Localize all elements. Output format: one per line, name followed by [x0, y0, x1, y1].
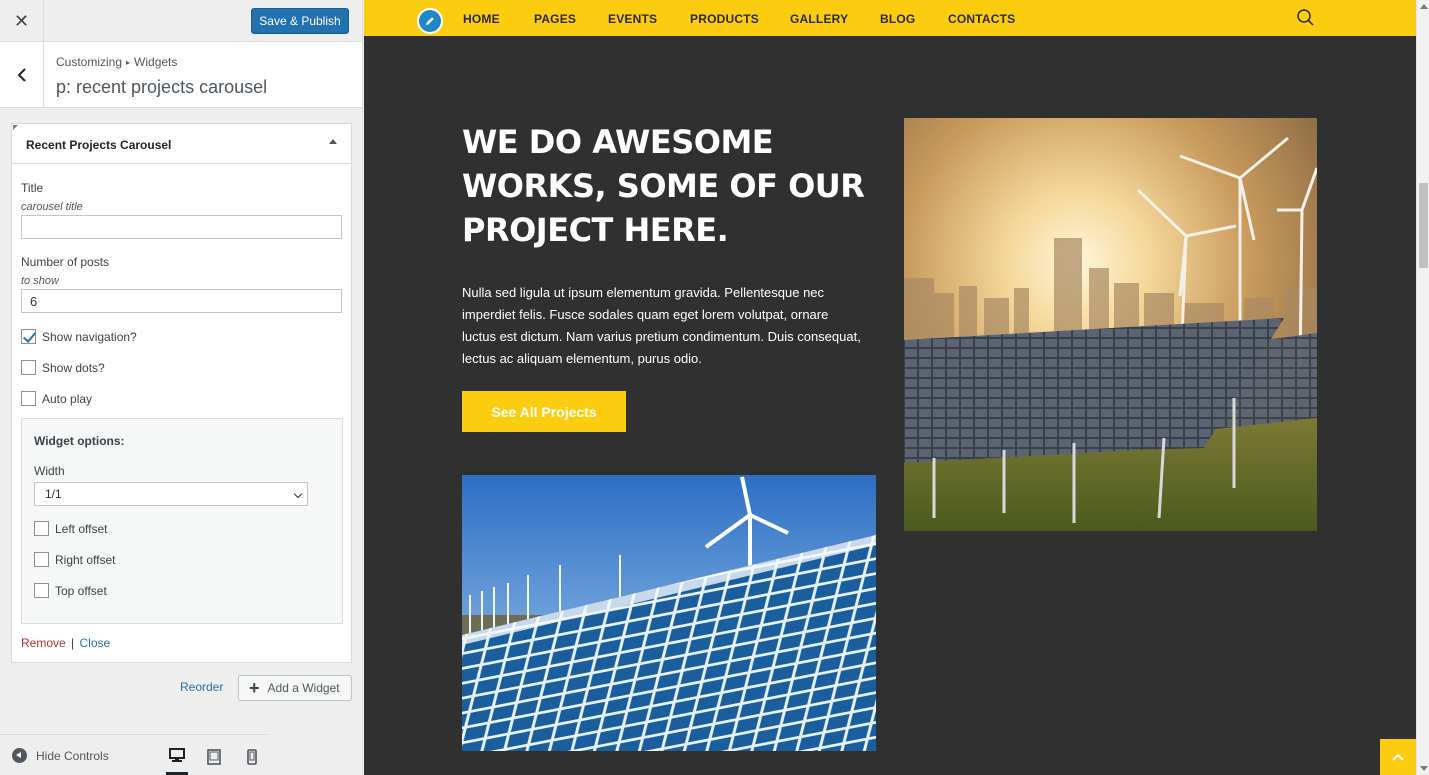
tablet-icon [207, 749, 221, 765]
nav-contacts[interactable]: CONTACTS [948, 12, 1015, 26]
hide-controls-label: Hide Controls [36, 748, 109, 763]
close-icon: ✕ [13, 10, 30, 31]
show-navigation-checkbox[interactable] [21, 329, 36, 344]
site-navbar: HOME PAGES EVENTS PRODUCTS GALLERY BLOG … [364, 0, 1416, 36]
close-widget-link[interactable]: Close [80, 636, 111, 650]
breadcrumb-leaf: Widgets [134, 55, 178, 69]
left-offset-checkbox-row[interactable]: Left offset [34, 521, 107, 536]
title-hint: carousel title [21, 201, 83, 213]
close-customizer-button[interactable]: ✕ [0, 0, 44, 42]
project-image-blue-solar [462, 475, 876, 751]
hide-controls-button[interactable]: Hide Controls [12, 748, 109, 763]
solar-blue-illustration [462, 475, 876, 751]
nav-products[interactable]: PRODUCTS [690, 12, 759, 26]
posts-label: Number of posts [21, 255, 110, 269]
show-dots-checkbox[interactable] [21, 360, 36, 375]
breadcrumb-root: Customizing [56, 55, 123, 69]
pencil-icon [426, 17, 434, 25]
nav-blog[interactable]: BLOG [880, 12, 915, 26]
show-navigation-label: Show navigation? [42, 329, 137, 344]
project-image-sunset-solar [904, 118, 1317, 531]
top-offset-label: Top offset [55, 583, 107, 598]
add-widget-label: Add a Widget [267, 681, 340, 695]
nav-events[interactable]: EVENTS [608, 12, 657, 26]
section-header: Customizing ▸ Widgets p: recent projects c… [0, 42, 362, 108]
widget-options-title: Widget options: [34, 434, 125, 448]
scroll-down-arrow-icon[interactable] [1420, 766, 1428, 771]
right-offset-checkbox[interactable] [34, 552, 49, 567]
top-offset-checkbox[interactable] [34, 583, 49, 598]
left-offset-checkbox[interactable] [34, 521, 49, 536]
posts-count-input[interactable] [21, 289, 342, 313]
widget-title: Recent Projects Carousel [26, 138, 172, 152]
back-button[interactable] [0, 42, 44, 108]
section-title: p: recent projects carousel [56, 77, 268, 97]
desktop-icon [169, 748, 185, 762]
actions-separator: | [71, 636, 75, 650]
right-offset-checkbox-row[interactable]: Right offset [34, 552, 115, 567]
chevron-left-icon [17, 68, 26, 82]
save-publish-button[interactable]: Save & Publish [251, 8, 349, 34]
widget-card: Recent Projects Carousel Title carousel … [11, 123, 352, 663]
auto-play-label: Auto play [42, 391, 93, 406]
nav-home[interactable]: HOME [463, 12, 500, 26]
scroll-up-arrow-icon[interactable] [1420, 4, 1428, 9]
remove-widget-link[interactable]: Remove [21, 636, 66, 650]
hero-text: Nulla sed ligula ut ipsum elementum grav… [462, 285, 861, 366]
site-preview: HOME PAGES EVENTS PRODUCTS GALLERY BLOG … [364, 0, 1416, 775]
nav-gallery[interactable]: GALLERY [790, 12, 848, 26]
show-navigation-checkbox-row[interactable]: Show navigation? [21, 329, 137, 344]
nav-pages[interactable]: PAGES [534, 12, 576, 26]
width-select[interactable]: 1/1 [34, 482, 308, 506]
show-dots-label: Show dots? [42, 360, 105, 375]
preview-mobile-button[interactable] [241, 746, 263, 768]
customizer-footer: Hide Controls [0, 734, 270, 775]
add-widget-button[interactable]: + Add a Widget [238, 675, 352, 701]
posts-hint: to show [21, 275, 59, 287]
right-offset-label: Right offset [55, 552, 116, 567]
title-label: Title [21, 181, 44, 195]
chevron-up-icon [1392, 753, 1404, 761]
page-scrollbar[interactable] [1416, 0, 1429, 775]
scroll-to-top-button[interactable] [1380, 739, 1416, 775]
top-offset-checkbox-row[interactable]: Top offset [34, 583, 107, 598]
search-icon[interactable] [1296, 8, 1316, 28]
widget-options-box: Widget options: Width 1/1 Left offset Ri… [21, 418, 343, 624]
show-dots-checkbox-row[interactable]: Show dots? [21, 360, 105, 375]
width-label: Width [34, 464, 65, 478]
breadcrumb-separator-icon: ▸ [126, 58, 131, 67]
auto-play-checkbox[interactable] [21, 391, 36, 406]
solar-sunset-illustration [904, 118, 1317, 531]
collapse-arrow-circle-icon [12, 748, 27, 763]
scroll-thumb[interactable] [1419, 183, 1428, 268]
width-select-value: 1/1 [45, 487, 62, 501]
mobile-icon [247, 749, 257, 765]
customizer-panel: ✕ Save & Publish Customizing ▸ Widgets p: … [0, 0, 363, 775]
widget-header[interactable]: Recent Projects Carousel [12, 124, 351, 164]
preview-tablet-button[interactable] [203, 746, 225, 768]
plus-icon: + [249, 678, 260, 698]
customizer-header: ✕ Save & Publish [0, 0, 362, 42]
left-offset-label: Left offset [55, 521, 108, 536]
preview-desktop-button[interactable] [166, 746, 188, 775]
breadcrumb: Customizing ▸ Widgets [56, 55, 177, 69]
hero-title: WE DO AWESOME WORKS, SOME OF OUR PROJECT… [462, 123, 865, 249]
auto-play-checkbox-row[interactable]: Auto play [21, 391, 92, 406]
widget-actions: Remove | Close [21, 636, 110, 650]
collapse-arrow-icon[interactable] [329, 139, 337, 144]
see-all-projects-button[interactable]: See All Projects [462, 391, 626, 432]
reorder-link[interactable]: Reorder [180, 680, 223, 694]
chevron-down-icon [293, 489, 303, 499]
edit-shortcut-button[interactable] [417, 8, 443, 34]
title-input[interactable] [21, 215, 342, 239]
